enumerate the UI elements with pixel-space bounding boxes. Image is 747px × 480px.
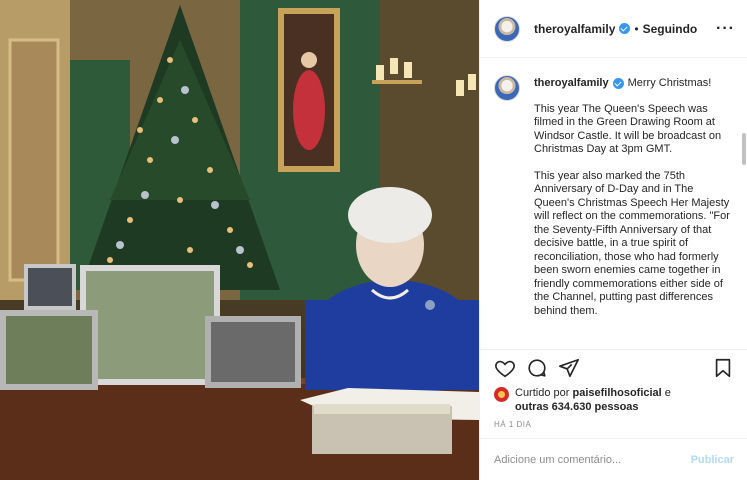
photo-scene [0,0,479,480]
liker-avatar[interactable] [494,387,509,402]
post-sidebar: theroyalfamily • Seguindo ··· theroyalfa… [479,0,747,480]
author-avatar[interactable] [494,15,520,42]
likes-summary: Curtido por paisefilhosoficial e outras … [480,386,747,414]
actions-block: Curtido por paisefilhosoficial e outras … [480,349,747,435]
likes-others-link[interactable]: outras 634.630 pessoas [515,401,639,413]
caption-scrollbar[interactable] [742,133,746,165]
likes-prefix: Curtido por [515,387,570,399]
comment-icon[interactable] [526,357,548,379]
bookmark-icon[interactable] [712,357,734,379]
author-username[interactable]: theroyalfamily [534,22,615,36]
comment-bar: Publicar [480,438,747,480]
post-header: theroyalfamily • Seguindo ··· [480,0,747,58]
caption-greeting: Merry Christmas! [627,77,712,89]
caption-paragraph: This year The Queen's Speech was filmed … [534,102,722,156]
comment-input[interactable] [494,453,691,466]
publish-button[interactable]: Publicar [691,454,734,466]
heart-icon[interactable] [494,357,516,379]
post-photo[interactable] [0,0,479,480]
caption-avatar[interactable] [494,75,520,101]
more-dots-icon[interactable]: ··· [716,20,735,36]
caption-header: theroyalfamily Merry Christmas! [534,77,730,91]
caption-paragraph: This year also marked the 75th Anniversa… [534,169,730,317]
caption-username[interactable]: theroyalfamily [534,77,609,91]
caption-area: theroyalfamily Merry Christmas! This yea… [480,59,747,349]
caption-text: theroyalfamily Merry Christmas! This yea… [534,75,730,331]
following-button[interactable]: Seguindo [643,22,698,36]
author-meta: theroyalfamily • Seguindo [534,22,716,36]
post-timestamp[interactable]: HÁ 1 DIA [480,414,747,429]
liker-username[interactable]: paisefilhosoficial [572,387,661,399]
likes-text: Curtido por paisefilhosoficial e outras … [515,386,671,414]
likes-connector: e [664,387,671,399]
separator-dot: • [634,21,639,36]
caption-row: theroyalfamily Merry Christmas! This yea… [494,75,734,331]
action-bar [480,350,747,386]
verified-badge-icon [619,23,631,34]
caption-verified-icon [612,78,624,90]
share-icon[interactable] [558,357,580,379]
